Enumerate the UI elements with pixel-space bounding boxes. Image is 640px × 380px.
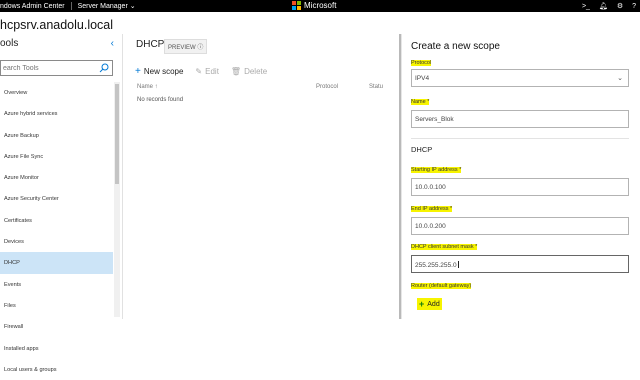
tool-item-installed-apps[interactable]: Installed apps xyxy=(0,338,113,359)
chevron-down-icon: ⌄ xyxy=(617,75,623,82)
help-icon[interactable]: ? xyxy=(632,3,636,10)
delete-label: Delete xyxy=(244,67,268,76)
collapse-chevron-icon[interactable]: ‹ xyxy=(111,38,114,49)
empty-state: No records found xyxy=(137,97,184,103)
dhcp-section-title: DHCP xyxy=(411,145,433,154)
search-tools-input[interactable] xyxy=(0,60,113,76)
tool-item-azure-monitor[interactable]: Azure Monitor xyxy=(0,167,113,188)
end-ip-label: End IP address * xyxy=(411,206,453,212)
edit-button[interactable]: ✎ Edit xyxy=(195,67,219,76)
brand-label: Microsoft xyxy=(304,1,337,10)
tools-pane: ools ‹ Overview Azure hybrid services Az… xyxy=(0,34,123,373)
name-field[interactable]: Servers_Blok xyxy=(411,110,629,128)
subnet-mask-value: 255.255.255.0 xyxy=(415,262,457,269)
tools-heading: ools xyxy=(0,38,19,49)
scrollbar-thumb[interactable] xyxy=(115,84,119,184)
protocol-value: IPV4 xyxy=(415,75,430,82)
column-protocol[interactable]: Protocol xyxy=(316,84,338,90)
chevron-down-icon: ⌄ xyxy=(129,3,136,10)
microsoft-logo-icon xyxy=(292,1,301,10)
start-ip-value: 10.0.0.100 xyxy=(415,184,446,191)
search-icon[interactable] xyxy=(99,63,109,73)
trash-icon: 🗑︎ xyxy=(230,67,242,76)
server-manager-dropdown[interactable]: Server Manager ⌄ xyxy=(77,2,136,11)
tool-item-events[interactable]: Events xyxy=(0,274,113,295)
settings-icon[interactable]: ⚙ xyxy=(617,2,623,10)
dhcp-main: DHCP PREVIEW ⓘ + New scope ✎ Edit 🗑︎ Del… xyxy=(124,34,399,319)
plus-icon: + xyxy=(135,66,141,77)
tool-item-azure-security-center[interactable]: Azure Security Center xyxy=(0,188,113,209)
create-scope-panel: Create a new scope Protocol IPV4 ⌄ Name … xyxy=(402,34,640,319)
topbar-divider xyxy=(70,2,72,10)
tool-item-dhcp[interactable]: DHCP xyxy=(0,252,113,274)
column-status[interactable]: Statu xyxy=(369,84,383,90)
preview-badge[interactable]: PREVIEW ⓘ xyxy=(164,39,208,54)
router-label: Router (default gateway) xyxy=(411,283,472,289)
name-value: Servers_Blok xyxy=(415,116,454,123)
plus-icon: + xyxy=(419,299,425,309)
topbar-icons: >_ 🔔︎ ⚙ ? xyxy=(582,0,636,12)
edit-label: Edit xyxy=(205,67,219,76)
add-label: Add xyxy=(427,300,440,308)
subnet-mask-field[interactable]: 255.255.255.0 xyxy=(411,255,629,273)
column-name[interactable]: Name ↑ xyxy=(137,84,158,90)
tool-item-azure-backup[interactable]: Azure Backup xyxy=(0,125,113,146)
text-cursor xyxy=(457,261,459,268)
end-ip-value: 10.0.0.200 xyxy=(415,223,446,230)
microsoft-brand: Microsoft xyxy=(292,1,336,10)
server-manager-label: Server Manager xyxy=(77,2,128,10)
start-ip-field[interactable]: 10.0.0.100 xyxy=(411,178,629,196)
tools-list: Overview Azure hybrid services Azure Bac… xyxy=(0,82,113,380)
new-scope-label: New scope xyxy=(143,67,184,76)
add-router-button[interactable]: + Add xyxy=(417,298,442,310)
tool-item-firewall[interactable]: Firewall xyxy=(0,316,113,337)
section-divider xyxy=(411,138,629,139)
protocol-label: Protocol xyxy=(411,60,432,66)
server-name: hcpsrv.anadolu.local xyxy=(0,18,114,32)
delete-button[interactable]: 🗑︎ Delete xyxy=(231,67,267,76)
tool-item-local-users-groups[interactable]: Local users & groups xyxy=(0,359,113,380)
top-bar: ndows Admin Center Server Manager ⌄ Micr… xyxy=(0,0,640,12)
tool-item-azure-hybrid-services[interactable]: Azure hybrid services xyxy=(0,103,113,124)
tool-item-devices[interactable]: Devices xyxy=(0,231,113,252)
start-ip-label: Starting IP address * xyxy=(411,167,462,173)
tool-item-certificates[interactable]: Certificates xyxy=(0,210,113,231)
tools-scrollbar[interactable] xyxy=(114,82,120,317)
new-scope-button[interactable]: + New scope xyxy=(135,66,183,77)
subnet-mask-label: DHCP client subnet mask * xyxy=(411,244,478,250)
tool-item-files[interactable]: Files xyxy=(0,295,113,316)
tool-item-overview[interactable]: Overview xyxy=(0,82,113,103)
tools-header: ools ‹ xyxy=(0,38,118,52)
protocol-select[interactable]: IPV4 ⌄ xyxy=(411,69,629,87)
app-title[interactable]: ndows Admin Center xyxy=(0,3,65,10)
panel-title: Create a new scope xyxy=(411,41,500,52)
tool-item-azure-file-sync[interactable]: Azure File Sync xyxy=(0,146,113,167)
terminal-icon[interactable]: >_ xyxy=(582,3,590,10)
dhcp-toolbar: + New scope ✎ Edit 🗑︎ Delete xyxy=(135,66,279,77)
page-title: DHCP xyxy=(136,39,165,50)
pencil-icon: ✎ xyxy=(195,67,203,76)
notifications-icon[interactable]: 🔔︎ xyxy=(599,2,608,10)
end-ip-field[interactable]: 10.0.0.200 xyxy=(411,217,629,235)
name-label: Name * xyxy=(411,99,430,105)
